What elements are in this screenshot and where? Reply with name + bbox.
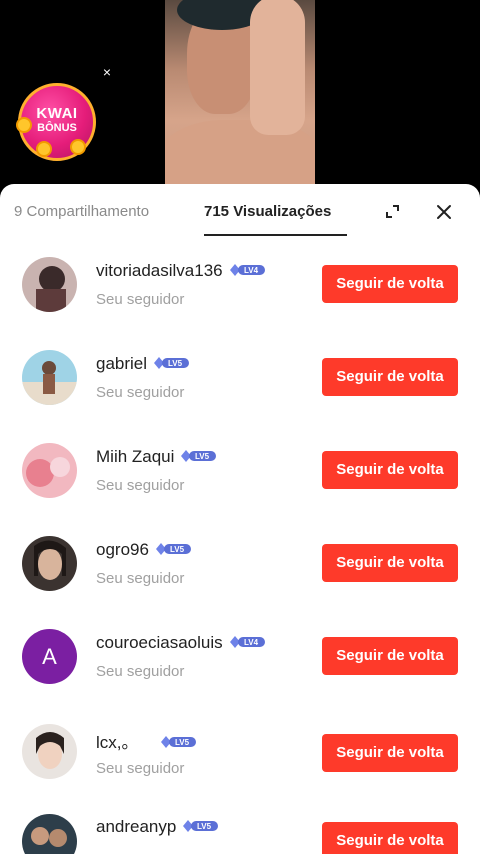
avatar[interactable] [22,350,77,405]
live-video[interactable] [165,0,315,200]
follow-back-button[interactable]: Seguir de volta [322,734,458,772]
tab-views[interactable]: 715 Visualizações [204,203,331,220]
follower-subtitle: Seu seguidor [96,291,185,308]
follower-subtitle: Seu seguidor [96,384,185,401]
viewer-list: vitoriadasilva136 LV4 Seu seguidor Seguir… [0,236,480,854]
svg-text:LV5: LV5 [170,545,185,554]
svg-text:LV5: LV5 [174,738,189,747]
viewers-sheet: 9 Compartilhamento 715 Visualizações vit… [0,184,480,854]
svg-text:LV4: LV4 [244,638,259,647]
kwai-bonus-badge[interactable]: KWAI BÔNUS [16,83,98,161]
follow-back-button[interactable]: Seguir de volta [322,358,458,396]
level-badge-icon: LV5 [183,819,219,832]
level-badge-icon: LV4 [229,635,265,648]
coin-icon [36,141,52,157]
list-item: vitoriadasilva136 LV4 Seu seguidor Seguir… [0,236,480,329]
username-text: Miih Zaqui [96,447,175,466]
username[interactable]: couroeciasaoluis LV4 [96,633,266,653]
follower-subtitle: Seu seguidor [96,760,185,777]
username[interactable]: Miih Zaqui LV5 [96,447,217,467]
level-badge-icon: LV4 [229,263,265,276]
username-text: gabriel [96,354,148,373]
avatar[interactable] [22,257,77,312]
video-person-hand [250,0,305,135]
list-item: A couroeciasaoluis LV4 Seu seguidor Segui… [0,608,480,701]
avatar[interactable] [22,536,77,591]
username[interactable]: gabriel LV5 [96,354,190,374]
expand-icon[interactable] [383,202,403,222]
svg-text:LV5: LV5 [168,359,183,368]
svg-text:LV5: LV5 [195,452,210,461]
avatar[interactable] [22,724,77,779]
username-text: couroeciasaoluis [96,633,223,652]
username[interactable]: vitoriadasilva136 LV4 [96,261,266,281]
follow-back-button[interactable]: Seguir de volta [322,265,458,303]
svg-text:LV4: LV4 [244,266,259,275]
avatar[interactable] [22,443,77,498]
coin-icon [16,117,32,133]
level-badge-icon: LV5 [160,735,196,748]
level-badge-icon: LV5 [154,356,190,369]
close-icon[interactable] [433,201,455,223]
list-item: lcx,。 LV5 Seu seguidor Seguir de volta [0,701,480,796]
follow-back-button[interactable]: Seguir de volta [322,544,458,582]
tab-shares[interactable]: 9 Compartilhamento [14,203,149,220]
list-item: Miih Zaqui LV5 Seu seguidor Seguir de vol… [0,422,480,515]
username[interactable]: andreanyp LV5 [96,817,219,837]
username[interactable]: lcx,。 LV5 [96,728,197,753]
bonus-close-icon[interactable]: × [99,64,115,80]
follow-back-button[interactable]: Seguir de volta [322,451,458,489]
coin-icon [70,139,86,155]
avatar[interactable] [22,814,77,854]
sheet-tabs: 9 Compartilhamento 715 Visualizações [0,184,480,236]
level-badge-icon: LV5 [155,542,191,555]
app-screen: × KWAI BÔNUS 9 Compartilhamento 715 Visu… [0,0,480,854]
list-item: andreanyp LV5 Seguir de volta [0,796,480,854]
username-text: lcx,。 [96,733,139,752]
follow-back-button[interactable]: Seguir de volta [322,822,458,854]
follow-back-button[interactable]: Seguir de volta [322,637,458,675]
follower-subtitle: Seu seguidor [96,477,185,494]
username-text: vitoriadasilva136 [96,261,223,280]
username-text: ogro96 [96,540,149,559]
avatar[interactable]: A [22,629,77,684]
level-badge-icon: LV5 [181,449,217,462]
follower-subtitle: Seu seguidor [96,663,185,680]
follower-subtitle: Seu seguidor [96,570,185,587]
username-text: andreanyp [96,817,177,836]
list-item: ogro96 LV5 Seu seguidor Seguir de volta [0,515,480,608]
list-item: gabriel LV5 Seu seguidor Seguir de volta [0,329,480,422]
svg-text:LV5: LV5 [197,822,212,831]
username[interactable]: ogro96 LV5 [96,540,192,560]
